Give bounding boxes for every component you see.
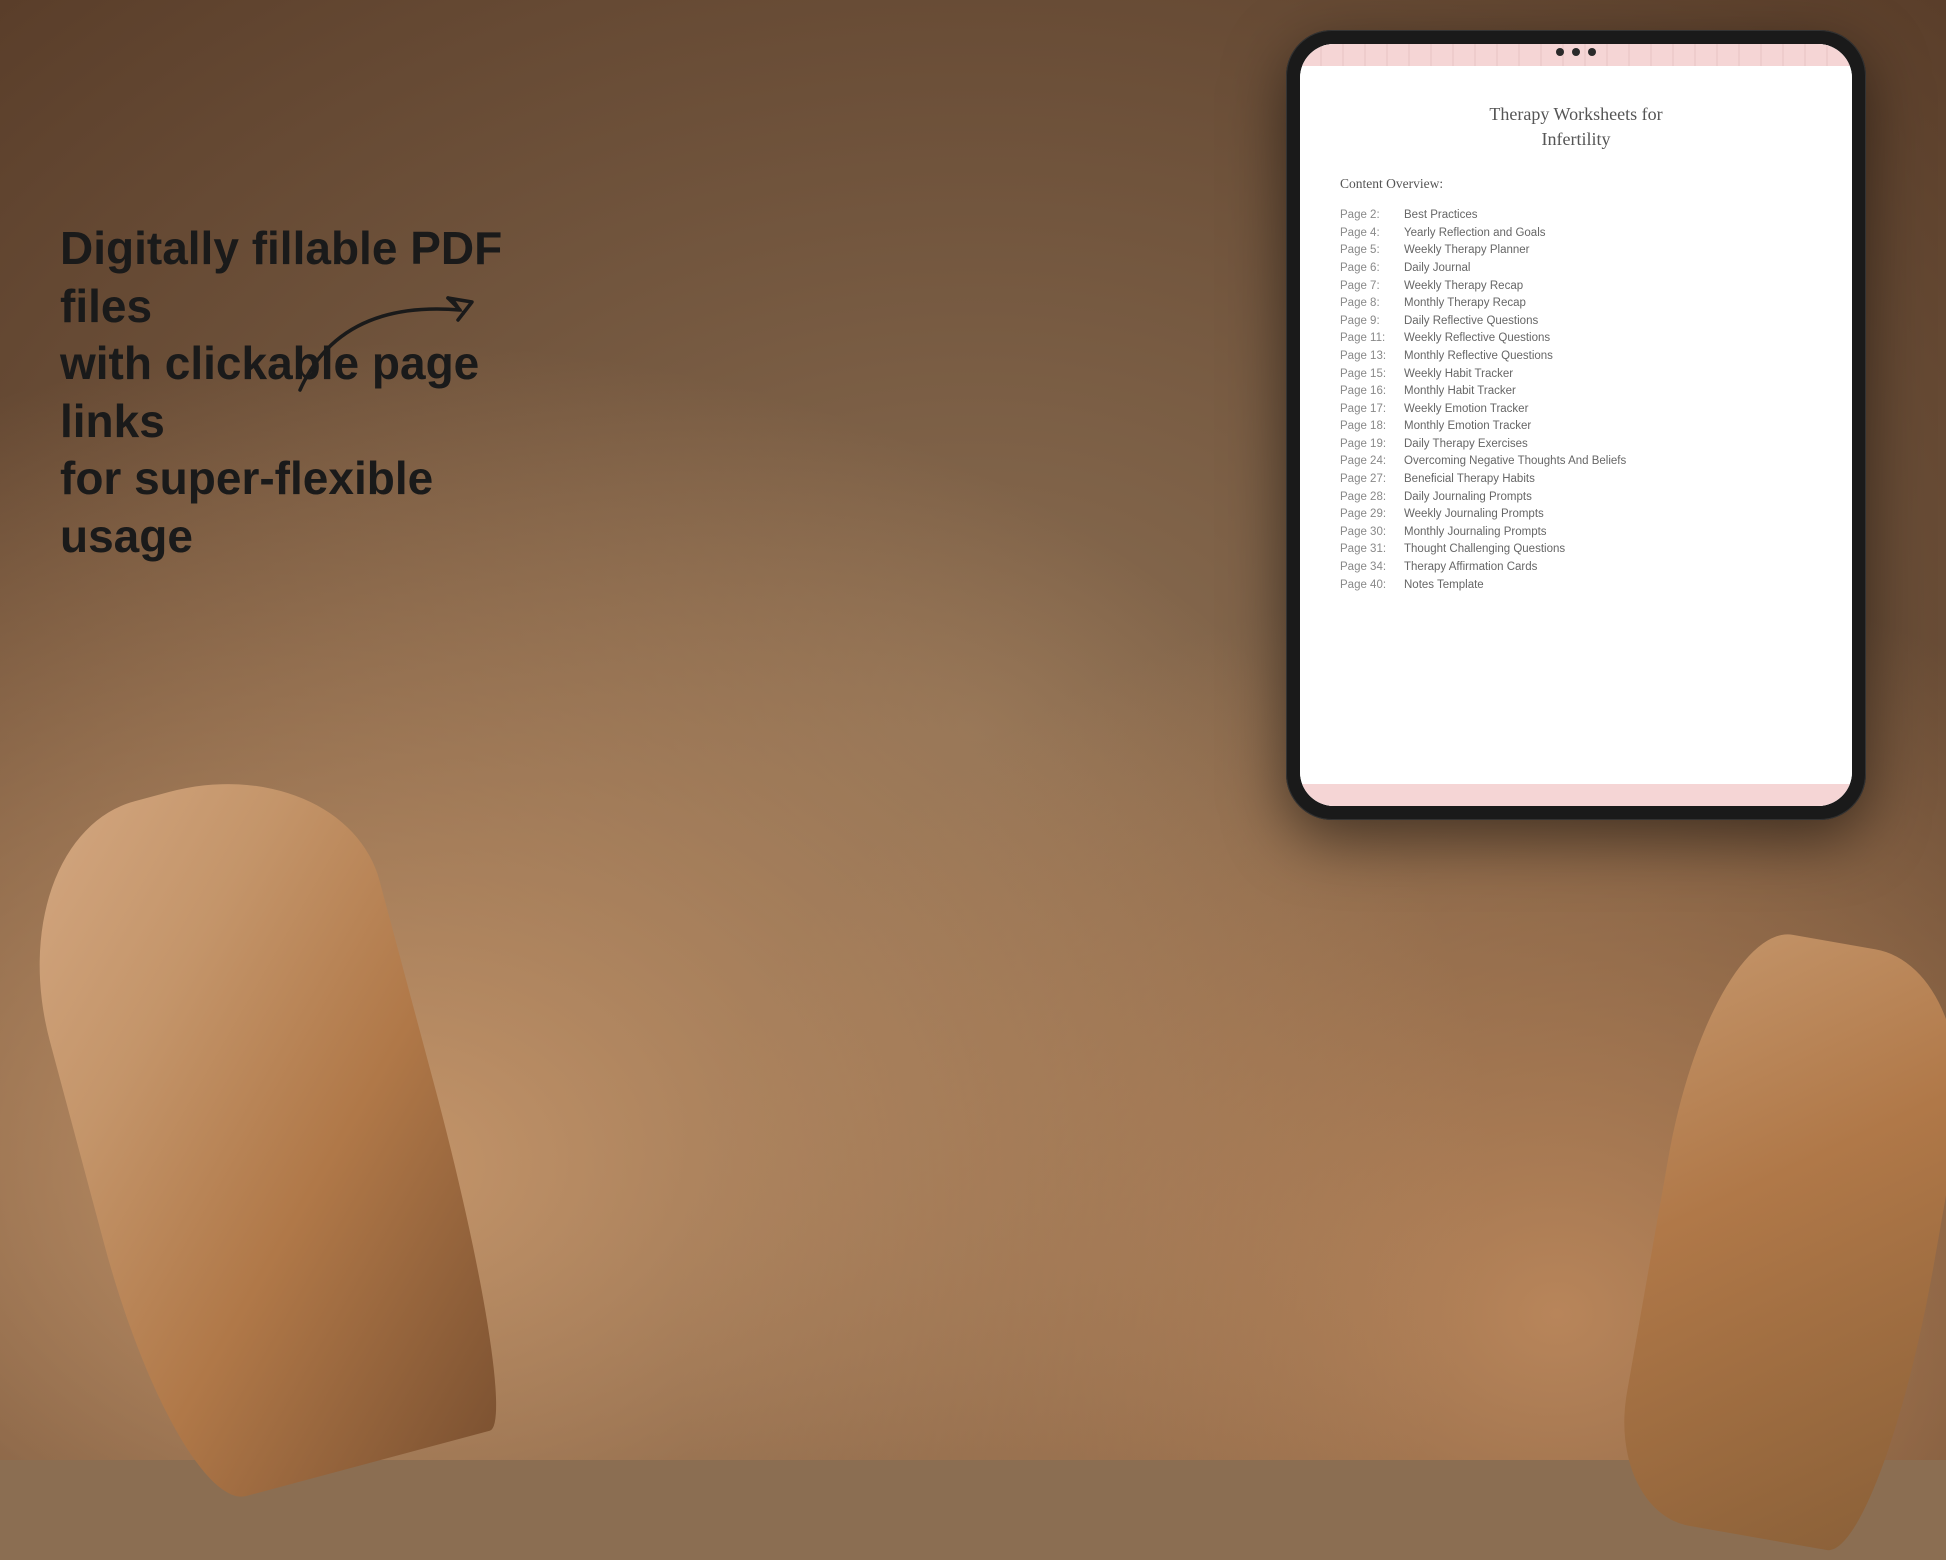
toc-page-number: Page 9: — [1340, 315, 1398, 327]
page-content: Therapy Worksheets for Infertility Conte… — [1300, 66, 1852, 784]
table-row: Page 28: Daily Journaling Prompts — [1340, 488, 1812, 506]
tablet-screen: Therapy Worksheets for Infertility Conte… — [1300, 44, 1852, 806]
toc-title: Monthly Journaling Prompts — [1404, 526, 1547, 538]
tagline-line3: for super-flexible usage — [60, 452, 433, 562]
table-row: Page 40: Notes Template — [1340, 576, 1812, 594]
toc-page-number: Page 19: — [1340, 438, 1398, 450]
table-row: Page 30: Monthly Journaling Prompts — [1340, 523, 1812, 541]
doc-title-line1: Therapy Worksheets for — [1489, 104, 1662, 124]
toc-page-number: Page 31: — [1340, 543, 1398, 555]
toc-title: Beneficial Therapy Habits — [1404, 473, 1535, 485]
toc-page-number: Page 11: — [1340, 332, 1398, 344]
table-of-contents: Page 2: Best Practices Page 4: Yearly Refle… — [1340, 206, 1812, 593]
document-title: Therapy Worksheets for Infertility — [1340, 102, 1812, 152]
toc-page-number: Page 2: — [1340, 209, 1398, 221]
toc-page-number: Page 6: — [1340, 262, 1398, 274]
table-row: Page 11: Weekly Reflective Questions — [1340, 330, 1812, 348]
toc-page-number: Page 28: — [1340, 491, 1398, 503]
toc-title: Best Practices — [1404, 209, 1478, 221]
table-row: Page 13: Monthly Reflective Questions — [1340, 347, 1812, 365]
toc-title: Weekly Habit Tracker — [1404, 368, 1513, 380]
toc-page-number: Page 4: — [1340, 227, 1398, 239]
table-row: Page 16: Monthly Habit Tracker — [1340, 382, 1812, 400]
table-row: Page 31: Thought Challenging Questions — [1340, 541, 1812, 559]
left-content-area: Digitally fillable PDF files with clicka… — [60, 200, 540, 565]
table-row: Page 19: Daily Therapy Exercises — [1340, 435, 1812, 453]
camera-dot-2 — [1572, 48, 1580, 56]
toc-page-number: Page 24: — [1340, 455, 1398, 467]
toc-page-number: Page 18: — [1340, 420, 1398, 432]
table-row: Page 7: Weekly Therapy Recap — [1340, 277, 1812, 295]
document-page: Therapy Worksheets for Infertility Conte… — [1300, 44, 1852, 806]
toc-page-number: Page 29: — [1340, 508, 1398, 520]
doc-title-line2: Infertility — [1542, 129, 1611, 149]
table-row: Page 29: Weekly Journaling Prompts — [1340, 505, 1812, 523]
toc-page-number: Page 17: — [1340, 403, 1398, 415]
toc-title: Weekly Reflective Questions — [1404, 332, 1550, 344]
camera-dot-1 — [1556, 48, 1564, 56]
toc-page-number: Page 30: — [1340, 526, 1398, 538]
toc-page-number: Page 40: — [1340, 579, 1398, 591]
tablet-device: Therapy Worksheets for Infertility Conte… — [1286, 30, 1866, 820]
table-row: Page 24: Overcoming Negative Thoughts And… — [1340, 453, 1812, 471]
table-row: Page 5: Weekly Therapy Planner — [1340, 242, 1812, 260]
toc-title: Monthly Therapy Recap — [1404, 297, 1526, 309]
toc-page-number: Page 16: — [1340, 385, 1398, 397]
table-row: Page 9: Daily Reflective Questions — [1340, 312, 1812, 330]
page-bottom-border — [1300, 784, 1852, 806]
toc-title: Yearly Reflection and Goals — [1404, 227, 1546, 239]
toc-title: Weekly Emotion Tracker — [1404, 403, 1528, 415]
overview-label: Content Overview: — [1340, 176, 1812, 192]
toc-title: Daily Reflective Questions — [1404, 315, 1538, 327]
table-row: Page 18: Monthly Emotion Tracker — [1340, 418, 1812, 436]
table-row: Page 8: Monthly Therapy Recap — [1340, 294, 1812, 312]
camera-dot-3 — [1588, 48, 1596, 56]
toc-page-number: Page 34: — [1340, 561, 1398, 573]
table-row: Page 27: Beneficial Therapy Habits — [1340, 470, 1812, 488]
toc-title: Daily Journal — [1404, 262, 1470, 274]
table-row: Page 4: Yearly Reflection and Goals — [1340, 224, 1812, 242]
toc-title: Daily Therapy Exercises — [1404, 438, 1528, 450]
toc-page-number: Page 15: — [1340, 368, 1398, 380]
toc-title: Monthly Habit Tracker — [1404, 385, 1516, 397]
toc-title: Monthly Reflective Questions — [1404, 350, 1553, 362]
toc-page-number: Page 5: — [1340, 244, 1398, 256]
toc-title: Daily Journaling Prompts — [1404, 491, 1532, 503]
table-row: Page 34: Therapy Affirmation Cards — [1340, 558, 1812, 576]
table-row: Page 2: Best Practices — [1340, 206, 1812, 224]
toc-title: Notes Template — [1404, 579, 1484, 591]
arrow-container — [280, 280, 580, 420]
toc-title: Monthly Emotion Tracker — [1404, 420, 1531, 432]
arrow-icon — [280, 280, 540, 410]
table-row: Page 15: Weekly Habit Tracker — [1340, 365, 1812, 383]
camera-bar — [1556, 48, 1596, 56]
toc-title: Weekly Journaling Prompts — [1404, 508, 1544, 520]
toc-page-number: Page 7: — [1340, 280, 1398, 292]
toc-page-number: Page 8: — [1340, 297, 1398, 309]
table-row: Page 6: Daily Journal — [1340, 259, 1812, 277]
toc-title: Overcoming Negative Thoughts And Beliefs — [1404, 455, 1626, 467]
toc-title: Weekly Therapy Recap — [1404, 280, 1523, 292]
toc-title: Thought Challenging Questions — [1404, 543, 1565, 555]
toc-page-number: Page 13: — [1340, 350, 1398, 362]
toc-title: Weekly Therapy Planner — [1404, 244, 1530, 256]
tablet-body: Therapy Worksheets for Infertility Conte… — [1286, 30, 1866, 820]
toc-page-number: Page 27: — [1340, 473, 1398, 485]
table-row: Page 17: Weekly Emotion Tracker — [1340, 400, 1812, 418]
toc-title: Therapy Affirmation Cards — [1404, 561, 1537, 573]
